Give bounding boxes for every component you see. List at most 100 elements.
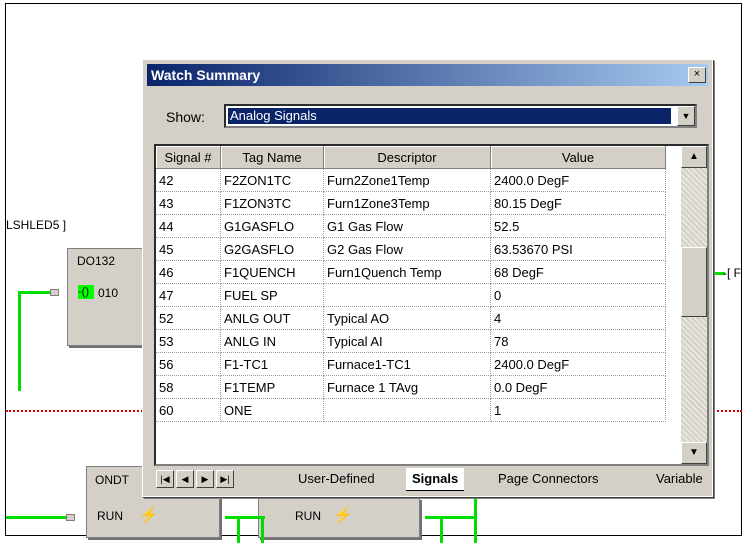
tab-signals[interactable]: Signals [406, 468, 465, 491]
cell-value: 1 [490, 398, 666, 422]
scroll-down-icon[interactable]: ▼ [681, 442, 707, 464]
column-header-signal[interactable]: Signal # [156, 146, 221, 169]
cell-descriptor: Furn1Quench Temp [323, 260, 491, 284]
wire [18, 291, 21, 391]
wire [425, 516, 477, 519]
cell-signal: 46 [156, 260, 221, 284]
table-row[interactable]: 47 FUEL SP 0 [156, 283, 666, 307]
cell-tag: F1TEMP [220, 375, 324, 399]
cell-signal: 42 [156, 168, 221, 192]
right-connector-label: -[ F [723, 266, 741, 280]
connector-pin [66, 514, 75, 521]
cell-tag: G1GASFLO [220, 214, 324, 238]
first-tab-icon[interactable]: |◀ [156, 470, 174, 488]
lightning-icon: ⚡ [333, 507, 353, 524]
cell-signal: 60 [156, 398, 221, 422]
coil-icon: -() [78, 285, 94, 299]
table-row[interactable]: 58 F1TEMP Furnace 1 TAvg 0.0 DegF [156, 375, 666, 399]
run-label: RUN [97, 509, 123, 523]
table-row[interactable]: 53 ANLG IN Typical AI 78 [156, 329, 666, 353]
chevron-down-icon[interactable]: ▼ [677, 106, 695, 126]
cell-signal: 45 [156, 237, 221, 261]
cell-descriptor: Furn2Zone1Temp [323, 168, 491, 192]
signals-grid[interactable]: Signal # Tag Name Descriptor Value 42 F2Z… [154, 144, 709, 466]
ondt-label: ONDT [95, 473, 129, 487]
show-select[interactable]: Analog Signals ▼ [224, 104, 697, 128]
cell-tag: F1ZON3TC [220, 191, 324, 215]
wire [6, 516, 66, 519]
cell-tag: F1-TC1 [220, 352, 324, 376]
cell-value: 2400.0 DegF [490, 352, 666, 376]
ondt-block-2[interactable]: RUN ⚡ [258, 498, 420, 538]
cell-value: 80.15 DegF [490, 191, 666, 215]
cell-tag: F2ZON1TC [220, 168, 324, 192]
cell-tag: ANLG IN [220, 329, 324, 353]
table-row[interactable]: 52 ANLG OUT Typical AO 4 [156, 306, 666, 330]
cell-descriptor: G1 Gas Flow [323, 214, 491, 238]
next-tab-icon[interactable]: ▶ [196, 470, 214, 488]
cell-signal: 47 [156, 283, 221, 307]
cell-value: 68 DegF [490, 260, 666, 284]
cell-tag: G2GASFLO [220, 237, 324, 261]
cell-tag: F1QUENCH [220, 260, 324, 284]
table-row[interactable]: 42 F2ZON1TC Furn2Zone1Temp 2400.0 DegF [156, 168, 666, 192]
table-row[interactable]: 45 G2GASFLO G2 Gas Flow 63.53670 PSI [156, 237, 666, 261]
lightning-icon: ⚡ [139, 507, 159, 524]
wire [261, 516, 264, 543]
wire [440, 516, 443, 543]
title-bar[interactable]: Watch Summary × [147, 64, 708, 86]
cell-value: 52.5 [490, 214, 666, 238]
close-button[interactable]: × [688, 67, 706, 83]
cell-signal: 53 [156, 329, 221, 353]
table-row[interactable]: 56 F1-TC1 Furnace1-TC1 2400.0 DegF [156, 352, 666, 376]
cell-descriptor: Furn1Zone3Temp [323, 191, 491, 215]
cell-descriptor [323, 398, 491, 422]
tab-variable[interactable]: Variable [650, 468, 709, 490]
window-title: Watch Summary [151, 67, 261, 83]
tab-bar: |◀ ◀ ▶ ▶| User-Defined Signals Page Conn… [154, 468, 709, 492]
prev-tab-icon[interactable]: ◀ [176, 470, 194, 488]
cell-value: 2400.0 DegF [490, 168, 666, 192]
connector-pin [50, 289, 59, 296]
last-tab-icon[interactable]: ▶| [216, 470, 234, 488]
do132-output: 010 [98, 286, 119, 300]
cell-value: 0 [490, 283, 666, 307]
column-header-tag[interactable]: Tag Name [220, 146, 324, 169]
wire [237, 516, 240, 543]
scroll-up-icon[interactable]: ▲ [681, 146, 707, 168]
cell-tag: ONE [220, 398, 324, 422]
table-row[interactable]: 43 F1ZON3TC Furn1Zone3Temp 80.15 DegF [156, 191, 666, 215]
table-row[interactable]: 60 ONE 1 [156, 398, 666, 422]
table-header-row: Signal # Tag Name Descriptor Value [156, 146, 666, 169]
cell-value: 0.0 DegF [490, 375, 666, 399]
cell-signal: 43 [156, 191, 221, 215]
vertical-scrollbar[interactable]: ▲ ▼ [681, 146, 707, 464]
cell-descriptor: Furnace1-TC1 [323, 352, 491, 376]
run-label: RUN [295, 509, 321, 523]
cell-tag: FUEL SP [220, 283, 324, 307]
cell-descriptor: Furnace 1 TAvg [323, 375, 491, 399]
cell-signal: 44 [156, 214, 221, 238]
wire [20, 291, 50, 294]
table-row[interactable]: 44 G1GASFLO G1 Gas Flow 52.5 [156, 214, 666, 238]
tab-user-defined[interactable]: User-Defined [292, 468, 381, 490]
cell-value: 78 [490, 329, 666, 353]
scroll-thumb[interactable] [681, 247, 707, 317]
signals-table: Signal # Tag Name Descriptor Value 42 F2Z… [156, 146, 666, 422]
cell-descriptor: G2 Gas Flow [323, 237, 491, 261]
cell-value: 4 [490, 306, 666, 330]
table-row[interactable]: 46 F1QUENCH Furn1Quench Temp 68 DegF [156, 260, 666, 284]
column-header-descriptor[interactable]: Descriptor [323, 146, 491, 169]
cell-signal: 58 [156, 375, 221, 399]
column-header-value[interactable]: Value [490, 146, 666, 169]
tab-page-connectors[interactable]: Page Connectors [492, 468, 604, 490]
wire [474, 497, 477, 543]
wire [225, 516, 265, 519]
show-select-value: Analog Signals [228, 108, 671, 124]
shled-label: LSHLED5 ] [6, 218, 67, 232]
cell-descriptor: Typical AI [323, 329, 491, 353]
watch-summary-window[interactable]: Watch Summary × Show: Analog Signals ▼ S… [142, 59, 713, 497]
show-label: Show: [166, 109, 205, 125]
cell-signal: 56 [156, 352, 221, 376]
cell-value: 63.53670 PSI [490, 237, 666, 261]
